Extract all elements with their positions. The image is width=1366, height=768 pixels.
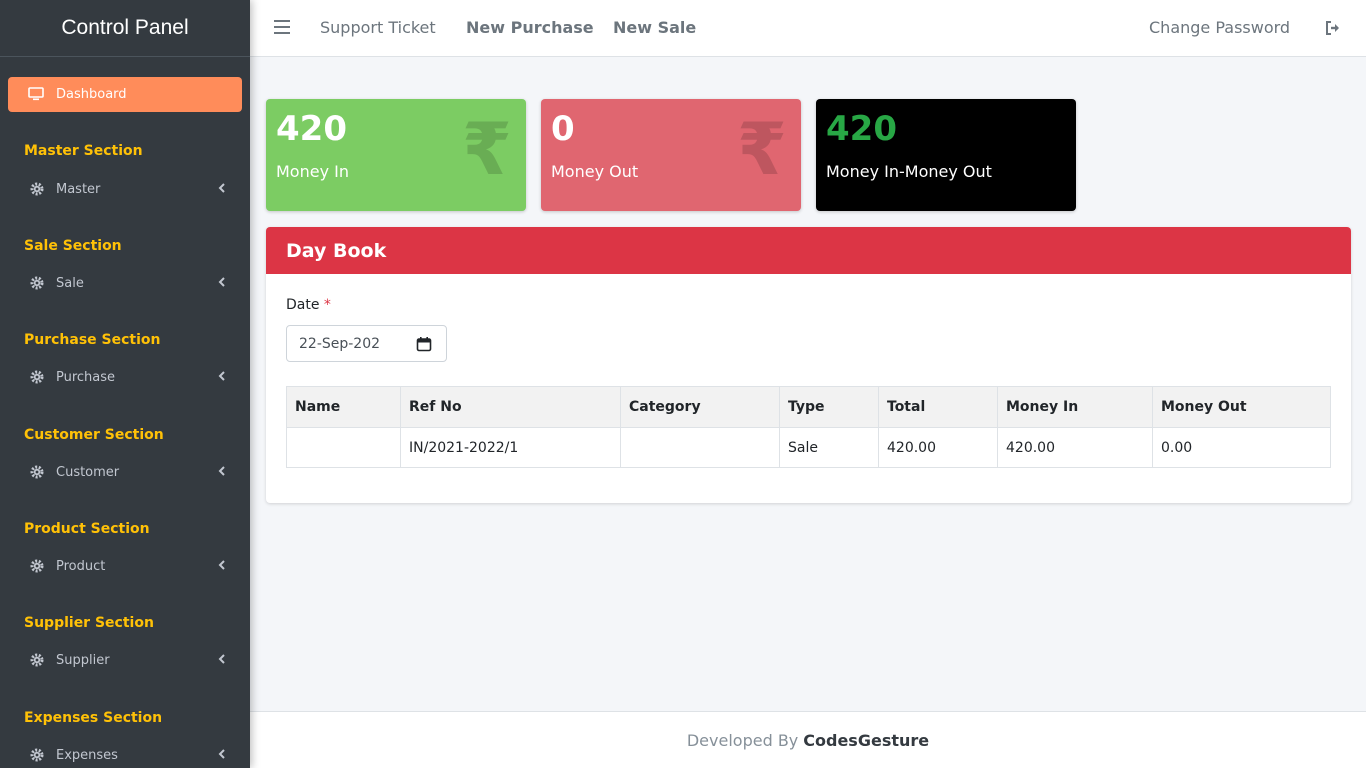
money-in-label: Money In <box>276 162 349 181</box>
sidebar-item-sale[interactable]: Sale <box>8 268 242 298</box>
hamburger-menu-icon[interactable] <box>274 20 290 34</box>
sidebar-item-purchase[interactable]: Purchase <box>8 362 242 392</box>
rupee-icon: ₹ <box>461 107 512 191</box>
monitor-icon <box>28 86 46 103</box>
change-password-link[interactable]: Change Password <box>1149 18 1290 37</box>
gear-icon <box>30 465 44 479</box>
section-header-product: Product Section <box>24 521 150 537</box>
date-label-text: Date <box>286 297 320 313</box>
sidebar-item-master[interactable]: Master <box>8 174 242 204</box>
net-balance-value: 420 <box>826 109 897 149</box>
column-header-category[interactable]: Category <box>620 386 780 428</box>
chevron-left-icon <box>218 465 228 479</box>
sidebar-item-dashboard[interactable]: Dashboard <box>8 77 242 112</box>
chevron-left-icon <box>218 748 228 762</box>
sidebar-item-supplier[interactable]: Supplier <box>8 645 242 675</box>
sidebar-item-label: Product <box>56 558 106 574</box>
chevron-left-icon <box>218 653 228 667</box>
money-in-box: 420 Money In ₹ <box>266 99 526 211</box>
chevron-left-icon <box>218 276 228 290</box>
sidebar-item-label: Sale <box>56 275 84 291</box>
sidebar-item-label: Customer <box>56 464 120 480</box>
sidebar-item-customer[interactable]: Customer <box>8 457 242 487</box>
column-header-name[interactable]: Name <box>286 386 401 428</box>
cell-type: Sale <box>779 427 879 468</box>
money-out-box: 0 Money Out ₹ <box>541 99 801 211</box>
cell-ref-no: IN/2021-2022/1 <box>400 427 621 468</box>
logout-icon[interactable] <box>1324 19 1342 37</box>
sidebar-item-expenses[interactable]: Expenses <box>8 740 242 768</box>
gear-icon <box>30 370 44 384</box>
cell-category <box>620 427 780 468</box>
table-header-row: Name Ref No Category Type Total Money In… <box>286 386 1331 428</box>
cell-name <box>286 427 401 468</box>
column-header-type[interactable]: Type <box>779 386 879 428</box>
cell-total: 420.00 <box>878 427 998 468</box>
date-label: Date * <box>286 297 331 313</box>
chevron-left-icon <box>218 370 228 384</box>
support-ticket-link[interactable]: Support Ticket <box>320 18 436 37</box>
gear-icon <box>30 653 44 667</box>
new-sale-link[interactable]: New Sale <box>613 18 696 37</box>
gear-icon <box>30 559 44 573</box>
sidebar-item-product[interactable]: Product <box>8 551 242 581</box>
required-mark: * <box>323 297 331 313</box>
money-out-value: 0 <box>551 109 575 149</box>
daybook-table: Name Ref No Category Type Total Money In… <box>286 386 1331 468</box>
sidebar-item-label: Supplier <box>56 652 110 668</box>
column-header-money-out[interactable]: Money Out <box>1152 386 1331 428</box>
date-input[interactable]: 22-Sep-202 <box>286 325 447 362</box>
section-header-expenses: Expenses Section <box>24 710 163 726</box>
cell-money-out: 0.00 <box>1152 427 1331 468</box>
top-navbar: Support Ticket New Purchase New Sale Cha… <box>250 0 1366 57</box>
sidebar-item-label: Dashboard <box>56 87 127 102</box>
daybook-card: Day Book Date * 22-Sep-202 Name Ref No C… <box>266 227 1351 503</box>
sidebar-item-label: Master <box>56 181 101 197</box>
new-purchase-link[interactable]: New Purchase <box>466 18 594 37</box>
money-out-label: Money Out <box>551 162 639 181</box>
sidebar-item-label: Expenses <box>56 747 118 763</box>
brand-title[interactable]: Control Panel <box>0 0 250 57</box>
footer-prefix: Developed By <box>686 730 799 750</box>
calendar-icon[interactable] <box>416 336 432 352</box>
date-value: 22-Sep-202 <box>299 335 381 352</box>
gear-icon <box>30 748 44 762</box>
section-header-master: Master Section <box>24 143 143 159</box>
money-in-value: 420 <box>276 109 347 149</box>
daybook-title: Day Book <box>266 227 1351 274</box>
column-header-ref-no[interactable]: Ref No <box>400 386 621 428</box>
sidebar: Control Panel Dashboard Master Section M… <box>0 0 250 768</box>
section-header-supplier: Supplier Section <box>24 615 154 631</box>
column-header-money-in[interactable]: Money In <box>997 386 1153 428</box>
cell-money-in: 420.00 <box>997 427 1153 468</box>
table-row: IN/2021-2022/1 Sale 420.00 420.00 0.00 <box>286 427 1331 468</box>
chevron-left-icon <box>218 182 228 196</box>
net-balance-label: Money In-Money Out <box>826 162 992 181</box>
footer-company-link[interactable]: CodesGesture <box>803 731 929 750</box>
footer: Developed By CodesGesture <box>250 711 1366 768</box>
gear-icon <box>30 182 44 196</box>
column-header-total[interactable]: Total <box>878 386 998 428</box>
section-header-sale: Sale Section <box>24 238 122 254</box>
gear-icon <box>30 276 44 290</box>
net-balance-box: 420 Money In-Money Out <box>816 99 1076 211</box>
rupee-icon: ₹ <box>736 107 787 191</box>
section-header-purchase: Purchase Section <box>24 332 161 348</box>
chevron-left-icon <box>218 559 228 573</box>
section-header-customer: Customer Section <box>24 427 164 443</box>
sidebar-item-label: Purchase <box>56 369 116 385</box>
